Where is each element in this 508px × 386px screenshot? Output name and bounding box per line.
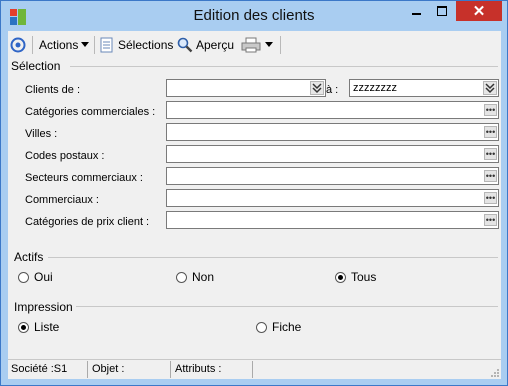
actions-label: Actions [39, 38, 79, 52]
actifs-non-radio[interactable]: Non [176, 270, 214, 284]
minimize-button[interactable] [403, 1, 429, 21]
radio-circle [256, 321, 267, 333]
title-bar[interactable]: Edition des clients ✕ [1, 1, 507, 31]
print-button[interactable] [241, 35, 261, 55]
toolbar-separator [94, 36, 95, 54]
status-bar: Société :S1 Objet : Attributs : [8, 359, 501, 379]
codes-postaux-browse-button[interactable]: ••• [484, 148, 497, 160]
clients-from-dropdown-button[interactable] [310, 81, 324, 95]
clients-to-value: zzzzzzzz [353, 82, 397, 94]
selection-group-line [70, 66, 498, 67]
actifs-oui-radio[interactable]: Oui [18, 270, 53, 284]
status-divider [252, 361, 253, 378]
actifs-group-title: Actifs [14, 250, 44, 264]
categories-commerciales-browse-button[interactable]: ••• [484, 104, 497, 116]
secteurs-commerciaux-label: Secteurs commerciaux : [25, 172, 143, 184]
dialog-body: Actions Sélections Aperçu Sélection Clie… [8, 31, 501, 379]
refresh-button[interactable] [10, 35, 26, 55]
double-chevron-down-icon [485, 83, 495, 94]
target-icon [10, 37, 26, 53]
actifs-tous-radio[interactable]: Tous [335, 270, 376, 284]
radio-circle-selected [18, 321, 29, 333]
resize-grip-icon[interactable] [490, 368, 500, 378]
apercu-button[interactable]: Aperçu [177, 35, 234, 55]
toolbar-separator [32, 36, 33, 54]
clients-to-dropdown-button[interactable] [483, 81, 497, 95]
document-icon [100, 37, 113, 53]
double-chevron-down-icon [312, 83, 322, 94]
categories-commerciales-field[interactable]: ••• [166, 101, 499, 119]
secteurs-commerciaux-browse-button[interactable]: ••• [484, 170, 497, 182]
toolbar-separator [280, 36, 281, 54]
window: Edition des clients ✕ Actions Sélections… [0, 0, 508, 386]
magnifier-icon [177, 37, 193, 53]
clients-from-field[interactable] [166, 79, 326, 97]
apercu-label: Aperçu [196, 38, 235, 52]
actifs-non-label: Non [192, 270, 215, 284]
ellipsis-icon: ••• [485, 171, 496, 181]
villes-browse-button[interactable]: ••• [484, 126, 497, 138]
close-icon: ✕ [472, 3, 486, 20]
actions-menu-button[interactable]: Actions [39, 35, 90, 55]
status-divider [170, 361, 171, 378]
selection-group-title: Sélection [11, 59, 61, 73]
clients-de-label: Clients de : [25, 84, 81, 96]
ellipsis-icon: ••• [485, 215, 496, 225]
minimize-icon [411, 12, 421, 15]
impression-group-line [76, 306, 498, 307]
radio-circle [18, 271, 29, 283]
toolbar: Actions Sélections Aperçu [8, 31, 501, 58]
status-divider [87, 361, 88, 378]
clients-to-field[interactable]: zzzzzzzz [349, 79, 499, 97]
a-label: à : [326, 84, 339, 96]
ellipsis-icon: ••• [485, 105, 496, 115]
codes-postaux-label: Codes postaux : [25, 150, 105, 162]
categories-prix-browse-button[interactable]: ••• [484, 214, 497, 226]
impression-fiche-radio[interactable]: Fiche [256, 320, 301, 334]
ellipsis-icon: ••• [485, 193, 496, 203]
commerciaux-field[interactable]: ••• [166, 189, 499, 207]
print-menu-button[interactable] [265, 35, 273, 55]
codes-postaux-field[interactable]: ••• [166, 145, 499, 163]
chevron-down-icon [265, 42, 273, 47]
printer-icon [241, 37, 261, 53]
secteurs-commerciaux-field[interactable]: ••• [166, 167, 499, 185]
impression-liste-label: Liste [34, 320, 60, 334]
commerciaux-label: Commerciaux : [25, 194, 99, 206]
commerciaux-browse-button[interactable]: ••• [484, 192, 497, 204]
villes-field[interactable]: ••• [166, 123, 499, 141]
ellipsis-icon: ••• [485, 127, 496, 137]
status-objet: Objet : [92, 363, 125, 375]
impression-fiche-label: Fiche [272, 320, 302, 334]
categories-prix-field[interactable]: ••• [166, 211, 499, 229]
actifs-group-line [48, 257, 498, 258]
impression-liste-radio[interactable]: Liste [18, 320, 59, 334]
status-attributs: Attributs : [175, 363, 222, 375]
actifs-oui-label: Oui [34, 270, 53, 284]
radio-circle [176, 271, 187, 283]
categories-prix-label: Catégories de prix client : [25, 216, 150, 228]
status-societe: Société :S1 [11, 363, 68, 375]
categories-commerciales-label: Catégories commerciales : [25, 106, 156, 118]
maximize-icon [437, 6, 447, 16]
selections-button[interactable]: Sélections [100, 35, 173, 55]
villes-label: Villes : [25, 128, 58, 140]
ellipsis-icon: ••• [485, 149, 496, 159]
actifs-tous-label: Tous [351, 270, 377, 284]
impression-group-title: Impression [14, 300, 73, 314]
selections-label: Sélections [118, 38, 174, 52]
radio-circle-selected [335, 271, 346, 283]
close-button[interactable]: ✕ [456, 1, 502, 21]
chevron-down-icon [81, 42, 90, 47]
maximize-button[interactable] [429, 1, 455, 21]
